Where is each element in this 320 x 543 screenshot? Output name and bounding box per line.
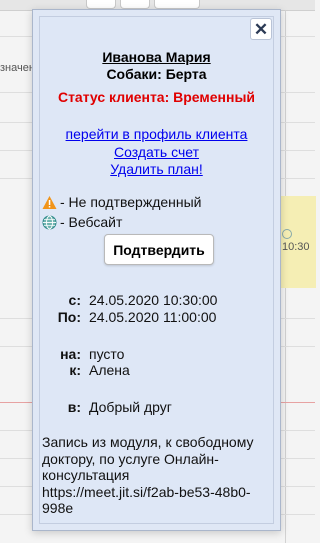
pet-info: Собаки: Берта	[106, 66, 207, 82]
globe-icon	[42, 215, 57, 230]
legend-unconfirmed-label: - Не подтвержденный	[60, 194, 202, 210]
create-invoice-link[interactable]: Создать счет	[33, 144, 280, 160]
delete-plan-link[interactable]: Удалить план!	[33, 161, 280, 177]
warning-triangle-icon	[42, 195, 57, 210]
legend-website-label: - Вебсайт	[60, 214, 123, 230]
doctor-value: Алена	[89, 362, 130, 378]
doctor-label: к:	[69, 362, 81, 378]
globe-icon	[282, 229, 292, 239]
confirm-button[interactable]: Подтвердить	[104, 234, 214, 265]
clinic-label: в:	[67, 399, 81, 415]
legend-unconfirmed: - Не подтвержденный	[42, 194, 202, 210]
to-label: По:	[57, 309, 81, 325]
toolbar-button[interactable]	[120, 0, 150, 9]
appointment-note: Запись из модуля, к свободному доктору, …	[42, 434, 254, 516]
on-value: пусто	[89, 346, 125, 362]
from-value: 24.05.2020 10:30:00	[89, 292, 218, 308]
clinic-value: Добрый друг	[89, 399, 172, 415]
from-label: с:	[68, 292, 81, 308]
close-icon[interactable]: ✕	[250, 18, 272, 40]
client-profile-link[interactable]: перейти в профиль клиента	[33, 126, 280, 142]
client-name[interactable]: Иванова Мария	[33, 49, 280, 65]
legend-website: - Вебсайт	[42, 214, 122, 230]
event-time-label: 10:30	[282, 241, 310, 253]
toolbar-button[interactable]	[86, 0, 116, 9]
client-status: Статус клиента: Временный	[57, 89, 256, 105]
on-label: на:	[60, 346, 81, 362]
calendar-event-time: 10:30	[282, 229, 315, 253]
appointment-popup: ✕ Иванова Мария Собаки: Берта Статус кли…	[32, 9, 281, 531]
calendar-cell-text: значен	[0, 62, 35, 74]
to-value: 24.05.2020 11:00:00	[89, 309, 217, 325]
toolbar-button[interactable]	[154, 0, 200, 9]
